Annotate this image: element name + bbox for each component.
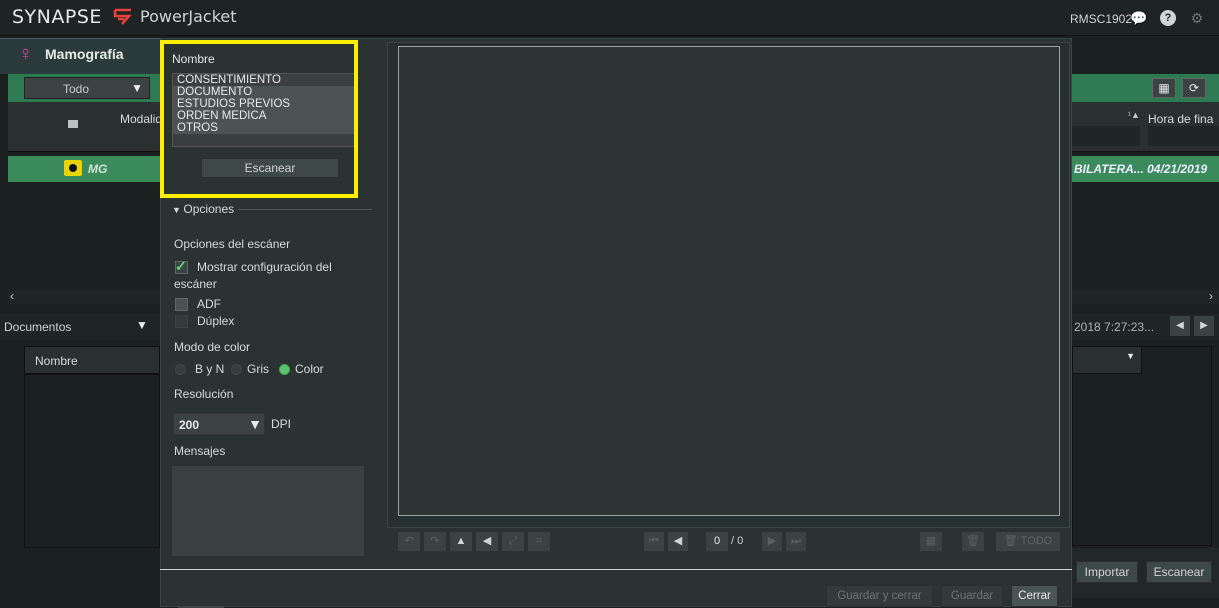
layout-icon[interactable]: ▦ [1152,78,1176,98]
scan-preview [398,46,1060,516]
show-config-label-cont: escáner [174,277,217,291]
fit-icon[interactable]: ⤢ [502,532,524,551]
save-and-close-button[interactable]: Guardar y cerrar [826,585,933,607]
delete-icon: 🗑 [1003,535,1021,547]
rotate-right-icon[interactable]: ↷ [424,532,446,551]
scroll-right-icon[interactable]: › [1209,289,1213,303]
delete-icon[interactable]: 🗑 [962,532,984,551]
crop-icon[interactable]: ⌗ [528,532,550,551]
messages-label: Mensajes [174,444,226,458]
filter-select[interactable]: Todo ▼ [24,77,150,99]
flip-horizontal-icon[interactable]: ◀ [476,532,498,551]
prev-document-icon[interactable]: ◀ [1170,316,1190,336]
filter-cell[interactable] [1148,126,1219,146]
color-mode-gray-label: Gris [247,362,269,376]
color-mode-label: Modo de color [174,340,251,354]
modality-cell: MG [88,162,108,176]
horizontal-scrollbar-right[interactable]: › [1072,289,1219,304]
study-row[interactable] [8,156,160,182]
column-end-time[interactable]: Hora de fina [1148,112,1219,126]
color-mode-bw-label: B y N [195,362,225,376]
color-mode-color-radio[interactable] [279,364,290,375]
next-page-icon[interactable]: ▶ [762,532,782,551]
chevron-down-icon[interactable]: ▼ [136,318,148,332]
documents-select[interactable]: Documentos [4,320,71,334]
adf-checkbox[interactable] [175,298,188,311]
flip-vertical-icon[interactable]: ▲ [450,532,472,551]
next-document-icon[interactable]: ▶ [1194,316,1214,336]
horizontal-scrollbar[interactable]: ‹ [8,289,160,304]
show-config-checkbox[interactable] [175,258,188,275]
save-button[interactable]: Guardar [941,585,1003,607]
chevron-down-icon: ▼ [248,416,262,432]
resolution-select[interactable]: 200 ▼ [173,413,265,435]
color-mode-color-label: Color [295,362,324,376]
study-list-header [8,102,160,152]
study-list-area [8,182,160,290]
options-label: Opciones [183,202,235,216]
divider [238,209,372,210]
document-select-right[interactable]: ▼ [1072,346,1142,374]
resolution-value: 200 [179,418,200,432]
page-count: / 0 [731,535,744,547]
column-label: Nombre [35,354,78,368]
documents-column-name[interactable]: Nombre [24,346,160,374]
chevron-down-icon: ▼ [131,81,143,95]
help-icon[interactable]: ? [1160,10,1176,26]
filter-cell[interactable] [1072,126,1140,146]
scroll-left-icon[interactable]: ‹ [10,289,14,303]
footer-divider [160,569,1072,570]
color-mode-gray-radio[interactable] [231,364,242,375]
document-date: 2018 7:27:23... [1074,320,1155,334]
options-toggle[interactable]: ▼ Opciones [172,202,234,216]
refresh-icon[interactable]: ⟳ [1182,78,1206,98]
grid-view-icon[interactable]: ▦ [920,532,942,551]
chevron-down-icon: ▼ [1126,351,1135,361]
duplex-label: Dúplex [197,314,235,328]
study-row-detail: BILATERA... 04/21/2019 [1074,162,1208,176]
highlight-box [160,40,358,198]
last-page-icon[interactable]: ⏭ [786,532,806,551]
gear-icon[interactable]: ⚙ [1188,9,1206,27]
chat-icon[interactable]: 💬 [1130,9,1148,27]
scanner-options-label: Opciones del escáner [174,237,291,251]
product-name: PowerJacket [140,7,237,26]
sort-ascending-icon: ¹▲ [1128,110,1140,120]
resolution-label: Resolución [174,387,234,401]
female-icon: ♀ [18,43,33,65]
status-icon [64,160,82,176]
messages-box [172,466,364,556]
import-button[interactable]: Importar [1076,561,1138,583]
documents-list [24,374,160,548]
prev-page-icon[interactable]: ◀ [668,532,688,551]
scan-button-main[interactable]: Escanear [1146,561,1212,583]
duplex-checkbox[interactable] [175,315,188,328]
document-viewer-right [1072,346,1212,546]
dpi-unit-label: DPI [271,417,292,431]
first-page-icon[interactable]: ⏮ [644,532,664,551]
module-title: Mamografía [45,46,124,62]
color-mode-bw-radio[interactable] [175,364,186,375]
synapse-5-logo-mark [113,8,132,25]
delete-all-button[interactable]: 🗑 TODO [996,532,1060,551]
show-config-label: Mostrar configuración del [197,260,332,274]
filter-value: Todo [63,82,90,96]
triangle-down-icon: ▼ [172,205,184,215]
page-number-input[interactable]: 0 [706,532,728,551]
delete-all-label: TODO [1020,535,1053,547]
rotate-left-icon[interactable]: ↶ [398,532,420,551]
image-icon [68,120,78,128]
column-modality[interactable]: Modalid. [120,112,160,126]
adf-label: ADF [197,297,221,311]
user-id: RMSC1902 [1070,12,1133,26]
synapse-logo: SYNAPSE [12,6,102,28]
close-button[interactable]: Cerrar [1011,585,1058,607]
